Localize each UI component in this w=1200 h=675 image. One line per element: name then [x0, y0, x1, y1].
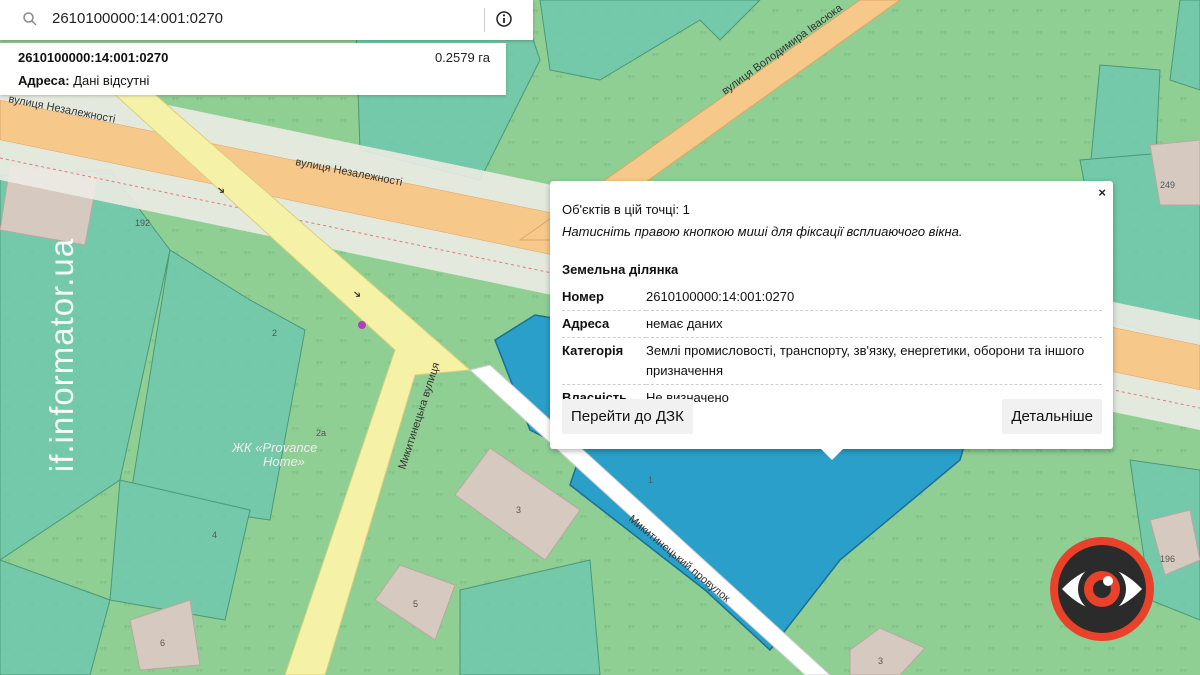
house-number: 196 [1160, 554, 1175, 564]
house-number: 2 [272, 328, 277, 338]
popup-pointer [821, 449, 843, 460]
attr-key: Адреса [562, 310, 646, 338]
parcel-popup: × Об'єктів в цій точці: 1 Натисніть прав… [550, 181, 1113, 460]
search-input[interactable]: 2610100000:14:001:0270 [52, 10, 223, 27]
eye-logo-icon [1050, 537, 1154, 641]
house-number: 3 [516, 505, 521, 515]
result-address-label: Адреса: [18, 73, 70, 88]
attr-value: 2610100000:14:001:0270 [646, 284, 1102, 311]
house-number: 192 [135, 218, 150, 228]
parcel-attributes-table: Номер 2610100000:14:001:0270 Адреса нема… [562, 284, 1102, 411]
popup-hint: Натисніть правою кнопкою миші для фіксац… [562, 224, 963, 239]
search-result[interactable]: 2610100000:14:001:0270 0.2579 га Адреса:… [0, 43, 506, 95]
table-row: Адреса немає даних [562, 310, 1102, 338]
house-number: 249 [1160, 180, 1175, 190]
result-area: 0.2579 га [434, 50, 490, 65]
table-row: Категорія Землі промисловості, транспорт… [562, 337, 1102, 385]
details-button[interactable]: Детальніше [1002, 399, 1102, 434]
poi-marker-icon[interactable] [358, 321, 366, 329]
poi-label-provance-2: Home» [263, 454, 305, 469]
result-address-value: Дані відсутні [73, 73, 150, 88]
result-cadastral-number: 2610100000:14:001:0270 [18, 50, 169, 65]
house-number: 6 [160, 638, 165, 648]
attr-key: Категорія [562, 337, 646, 385]
poi-label-provance-1: ЖК «Provance [231, 440, 317, 455]
search-icon [23, 12, 37, 26]
house-number: 2а [316, 428, 326, 438]
house-number: 4 [212, 530, 217, 540]
info-icon[interactable] [495, 10, 513, 28]
watermark: if.informator.ua [42, 195, 82, 515]
result-address: Адреса: Дані відсутні [18, 73, 149, 88]
table-row: Номер 2610100000:14:001:0270 [562, 284, 1102, 311]
search-divider [484, 8, 485, 32]
attr-value: немає даних [646, 310, 1102, 338]
go-to-dzk-button[interactable]: Перейти до ДЗК [562, 399, 693, 434]
search-bar: 2610100000:14:001:0270 [0, 0, 533, 40]
house-number: 5 [413, 599, 418, 609]
house-number: 3 [878, 656, 883, 666]
objects-count: Об'єктів в цій точці: 1 [562, 202, 690, 217]
popup-section-title: Земельна ділянка [562, 262, 679, 277]
attr-value: Землі промисловості, транспорту, зв'язку… [646, 337, 1102, 385]
watermark-text: if.informator.ua [43, 237, 80, 473]
house-number: 1 [648, 475, 653, 485]
attr-key: Номер [562, 284, 646, 311]
close-icon[interactable]: × [1098, 185, 1106, 200]
